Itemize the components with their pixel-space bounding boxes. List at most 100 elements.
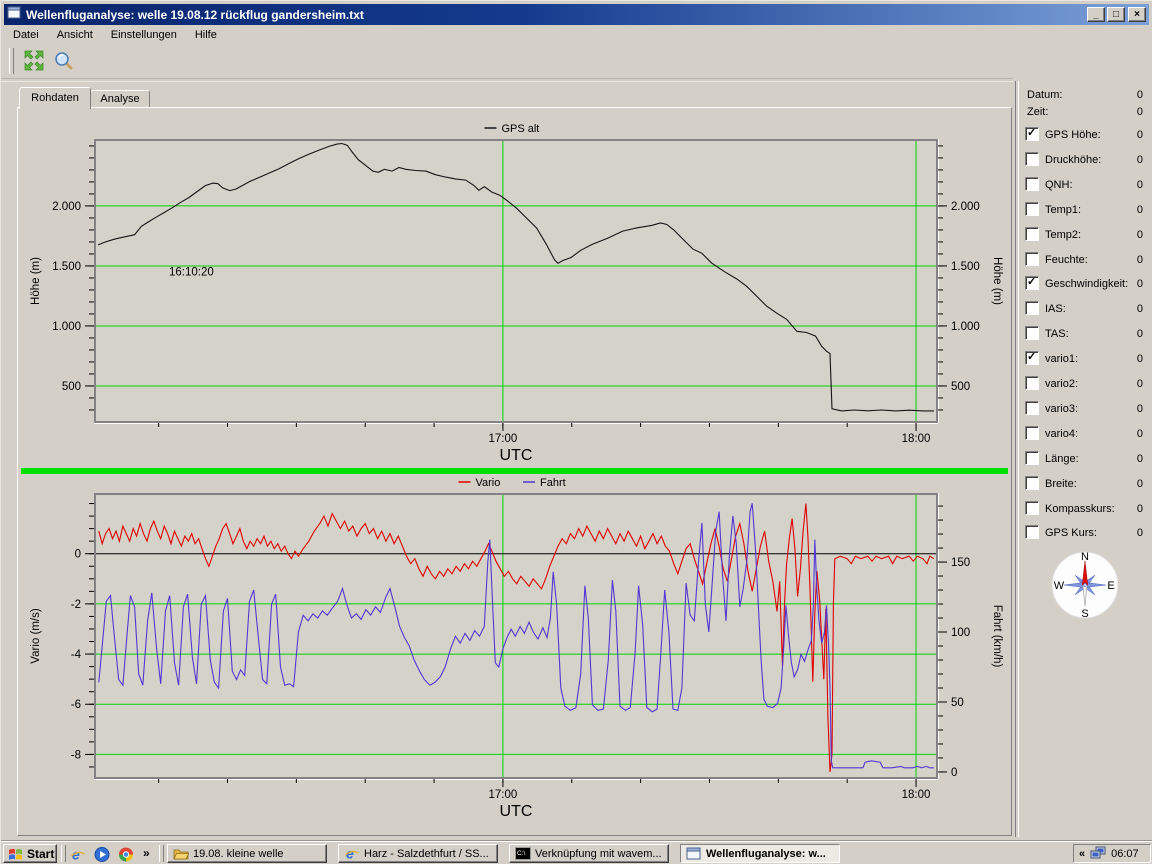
checkbox-vario3[interactable] [1025,401,1039,415]
toolbar [5,44,80,77]
zoom-button[interactable] [50,47,78,75]
sidebar-value: 0 [1137,427,1143,441]
sidebar-value: 0 [1137,178,1143,192]
vario-speed-chart[interactable]: 0-2-4-6-8Vario (m/s)150100500Fahrt (km/h… [18,474,1011,836]
start-flag-icon [8,846,24,861]
sidebar-label: vario4: [1045,427,1078,441]
svg-text:Höhe (m): Höhe (m) [30,257,42,305]
compass-label: S [1081,608,1088,620]
svg-text:16:10:20: 16:10:20 [169,267,214,279]
expand-arrows-icon [23,50,45,71]
checkbox-vario2[interactable] [1025,376,1039,390]
sidebar-row: Länge:0 [1023,451,1147,471]
checkbox-temp1[interactable] [1025,202,1039,216]
taskbar-button-4[interactable]: Wellenfluganalyse: w... [680,844,840,863]
sidebar-label: Druckhöhe: [1045,153,1101,167]
taskbar-button-1[interactable]: 19.08. kleine welle [167,844,327,863]
checkbox-qnh[interactable] [1025,177,1039,191]
sidebar-row: Zeit:0 [1023,104,1147,124]
svg-text:17:00: 17:00 [489,789,518,801]
svg-text:GPS alt: GPS alt [501,123,539,135]
menu-datei[interactable]: Datei [5,27,49,43]
start-button[interactable]: Start [3,844,57,863]
checkbox-feuchte[interactable] [1025,252,1039,266]
checkbox-länge[interactable] [1025,451,1039,465]
taskbar-button-3[interactable]: C:\Verknüpfung mit wavem... [509,844,669,863]
ie-icon: e [344,846,360,861]
svg-text:2.000: 2.000 [951,201,980,213]
checkbox-gpshöhe[interactable]: ✓ [1025,127,1039,141]
sidebar-label: GPS Kurs: [1045,526,1097,540]
sidebar-value: 0 [1137,352,1143,366]
svg-text:-4: -4 [71,649,82,661]
menu-hilfe[interactable]: Hilfe [187,27,227,43]
sidebar-label: Datum: [1027,88,1062,102]
sidebar-value: 0 [1137,88,1143,102]
quick-launch-ie-icon[interactable]: e [69,845,87,863]
svg-text:Höhe (m): Höhe (m) [991,257,1003,305]
sidebar-label: Temp2: [1045,228,1081,242]
svg-text:Vario (m/s): Vario (m/s) [30,608,42,664]
svg-text:50: 50 [951,697,964,709]
taskbar-grip[interactable] [61,845,66,862]
tab-analyse[interactable]: Analyse [90,90,150,108]
menu-ansicht[interactable]: Ansicht [49,27,103,43]
svg-text:-6: -6 [71,699,81,711]
sidebar-row: vario2:0 [1023,376,1147,396]
checkbox-breite[interactable] [1025,476,1039,490]
svg-text:500: 500 [62,381,81,393]
checkbox-geschwindigkeit[interactable]: ✓ [1025,276,1039,290]
checkbox-gpskurs[interactable] [1025,525,1039,539]
checkbox-druckhöhe[interactable] [1025,152,1039,166]
quick-launch-overflow-chevron[interactable]: » [143,845,150,862]
sidebar-label: vario1: [1045,352,1078,366]
quick-launch-media-player-icon[interactable] [93,845,111,863]
sidebar-divider [1015,81,1019,837]
svg-text:17:00: 17:00 [489,433,518,445]
browser-ball-icon [118,847,134,862]
checkbox-vario1[interactable]: ✓ [1025,351,1039,365]
close-button[interactable]: × [1128,7,1146,22]
sidebar-row: ✓GPS Höhe:0 [1023,127,1147,147]
checkbox-temp2[interactable] [1025,227,1039,241]
svg-text:0: 0 [75,549,81,561]
compass-label: E [1107,580,1114,592]
sidebar-value: 0 [1137,105,1143,119]
sidebar-label: Temp1: [1045,203,1081,217]
svg-text:150: 150 [951,557,970,569]
taskbar-button-2[interactable]: eHarz - Salzdethfurt / SS... [338,844,498,863]
titlebar[interactable]: Wellenfluganalyse: welle 19.08.12 rückfl… [4,4,1149,25]
sidebar-value: 0 [1137,302,1143,316]
sidebar-label: QNH: [1045,178,1073,192]
sidebar-value: 0 [1137,203,1143,217]
fit-view-button[interactable] [20,47,48,75]
svg-text:18:00: 18:00 [902,789,931,801]
sidebar-row: Kompasskurs:0 [1023,501,1147,521]
checkbox-ias[interactable] [1025,301,1039,315]
svg-text:C:\: C:\ [517,850,526,857]
checkbox-tas[interactable] [1025,326,1039,340]
sidebar-row: Temp1: 0 [1023,202,1147,222]
tray-chevron[interactable]: « [1079,848,1085,860]
svg-text:0: 0 [951,767,957,779]
sidebar-label: Länge: [1045,452,1079,466]
menu-einstellungen[interactable]: Einstellungen [103,27,187,43]
minimize-button[interactable]: _ [1087,7,1105,22]
svg-text:100: 100 [951,627,970,639]
checkbox-kompasskurs[interactable] [1025,501,1039,515]
altitude-chart[interactable]: 2.0001.5001.000500Höhe (m)2.0001.5001.00… [18,109,1011,467]
compass-label: N [1081,551,1089,563]
taskbar-grip[interactable] [159,845,164,862]
checkbox-vario4[interactable] [1025,426,1039,440]
sidebar-row: GPS Kurs:0 [1023,525,1147,545]
sidebar-label: vario3: [1045,402,1078,416]
ie-icon: e [70,847,86,862]
sidebar-row: vario4: 0 [1023,426,1147,446]
folder-icon [173,846,189,861]
app-window-icon [7,6,21,24]
quick-launch-browser-ball-icon[interactable] [117,845,135,863]
tab-rohdaten[interactable]: Rohdaten [19,87,91,109]
sidebar-value: 0 [1137,402,1143,416]
toolbar-grip[interactable] [9,48,14,74]
maximize-button[interactable]: □ [1107,7,1125,22]
